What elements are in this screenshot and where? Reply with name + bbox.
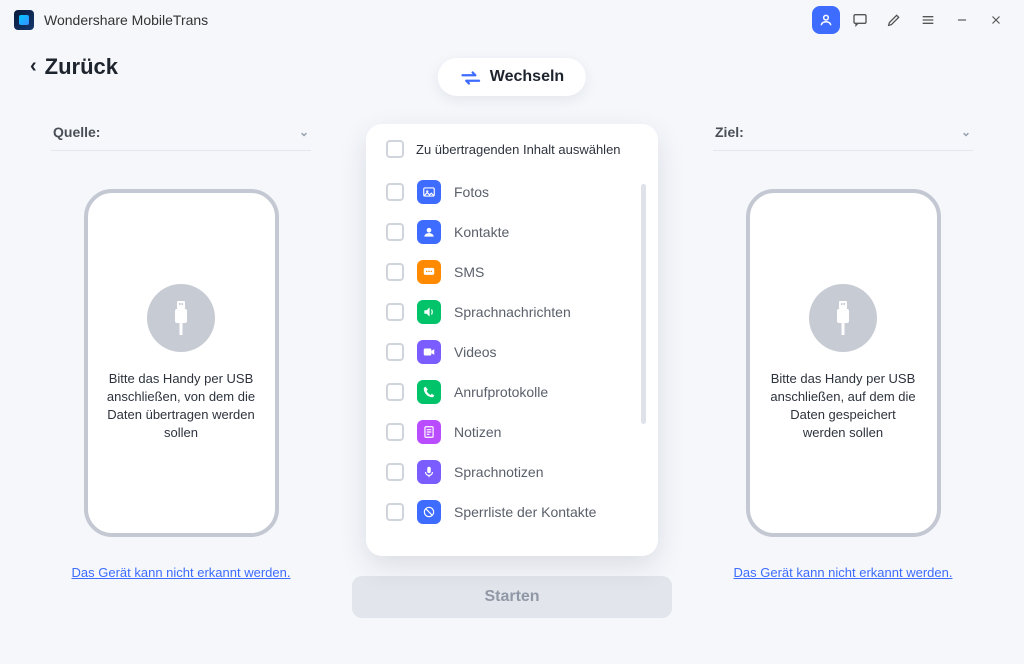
block-icon	[417, 500, 441, 524]
feedback-button[interactable]	[846, 6, 874, 34]
app-title: Wondershare MobileTrans	[44, 12, 208, 28]
usb-icon	[147, 284, 215, 352]
select-all-checkbox[interactable]	[386, 140, 404, 158]
content-label: Anrufprotokolle	[454, 384, 648, 400]
content-label: SMS	[454, 264, 648, 280]
content-row-notes: Notizen	[386, 412, 648, 452]
minimize-icon	[955, 13, 969, 27]
content-panel: Zu übertragenden Inhalt auswählen Fotos K…	[366, 124, 658, 556]
sms-icon	[417, 260, 441, 284]
content-checkbox[interactable]	[386, 223, 404, 241]
hamburger-icon	[920, 12, 936, 28]
minimize-button[interactable]	[948, 6, 976, 34]
chat-icon	[852, 12, 868, 28]
content-row-photos: Fotos	[386, 172, 648, 212]
back-button[interactable]: ‹ Zurück	[30, 54, 118, 80]
target-phone-placeholder: Bitte das Handy per USB anschließen, auf…	[746, 189, 941, 537]
chevron-down-icon: ⌄	[299, 125, 309, 139]
source-device-selector[interactable]: Quelle: ⌄	[51, 124, 311, 151]
content-checkbox[interactable]	[386, 383, 404, 401]
chevron-left-icon: ‹	[30, 55, 37, 78]
close-button[interactable]	[982, 6, 1010, 34]
photos-icon	[417, 180, 441, 204]
edit-button[interactable]	[880, 6, 908, 34]
select-all-label: Zu übertragenden Inhalt auswählen	[416, 142, 621, 157]
switch-label: Wechseln	[490, 68, 564, 86]
content-row-sms: SMS	[386, 252, 648, 292]
source-phone-placeholder: Bitte das Handy per USB anschließen, von…	[84, 189, 279, 537]
calls-icon	[417, 380, 441, 404]
content-row-videos: Videos	[386, 332, 648, 372]
contacts-icon	[417, 220, 441, 244]
content-label: Sperrliste der Kontakte	[454, 504, 648, 520]
target-panel: Ziel: ⌄ Bitte das Handy per USB anschlie…	[692, 124, 994, 644]
target-device-selector[interactable]: Ziel: ⌄	[713, 124, 973, 151]
content-row-calendar: Kalender	[386, 532, 648, 540]
scrollbar-thumb[interactable]	[641, 184, 646, 424]
content-checkbox[interactable]	[386, 423, 404, 441]
target-title: Ziel:	[715, 124, 744, 140]
source-panel: Quelle: ⌄ Bitte das Handy per USB anschl…	[30, 124, 332, 644]
content-checkbox[interactable]	[386, 183, 404, 201]
usb-icon	[809, 284, 877, 352]
content-label: Sprachnachrichten	[454, 304, 648, 320]
content-row-voice: Sprachnachrichten	[386, 292, 648, 332]
content-label: Sprachnotizen	[454, 464, 648, 480]
start-button[interactable]: Starten	[352, 576, 672, 618]
content-checkbox[interactable]	[386, 303, 404, 321]
notes-icon	[417, 420, 441, 444]
switch-button[interactable]: Wechseln	[438, 58, 586, 96]
videos-icon	[417, 340, 441, 364]
content-label: Videos	[454, 344, 648, 360]
content-row-block: Sperrliste der Kontakte	[386, 492, 648, 532]
pencil-icon	[886, 12, 902, 28]
vnotes-icon	[417, 460, 441, 484]
user-icon	[819, 13, 833, 27]
close-icon	[989, 13, 1003, 27]
titlebar: Wondershare MobileTrans	[0, 0, 1024, 40]
menu-button[interactable]	[914, 6, 942, 34]
back-label: Zurück	[45, 54, 118, 80]
source-title: Quelle:	[53, 124, 100, 140]
content-label: Notizen	[454, 424, 648, 440]
chevron-down-icon: ⌄	[961, 125, 971, 139]
source-help-link[interactable]: Das Gerät kann nicht erkannt werden.	[72, 565, 291, 580]
swap-icon	[460, 70, 480, 84]
content-label: Fotos	[454, 184, 648, 200]
target-help-link[interactable]: Das Gerät kann nicht erkannt werden.	[734, 565, 953, 580]
content-row-contacts: Kontakte	[386, 212, 648, 252]
app-logo	[14, 10, 34, 30]
content-checkbox[interactable]	[386, 463, 404, 481]
content-label: Kontakte	[454, 224, 648, 240]
voice-icon	[417, 300, 441, 324]
account-button[interactable]	[812, 6, 840, 34]
content-checkbox[interactable]	[386, 343, 404, 361]
target-hint: Bitte das Handy per USB anschließen, auf…	[768, 370, 919, 442]
content-row-vnotes: Sprachnotizen	[386, 452, 648, 492]
content-checkbox[interactable]	[386, 503, 404, 521]
content-row-calls: Anrufprotokolle	[386, 372, 648, 412]
content-checkbox[interactable]	[386, 263, 404, 281]
source-hint: Bitte das Handy per USB anschließen, von…	[106, 370, 257, 442]
